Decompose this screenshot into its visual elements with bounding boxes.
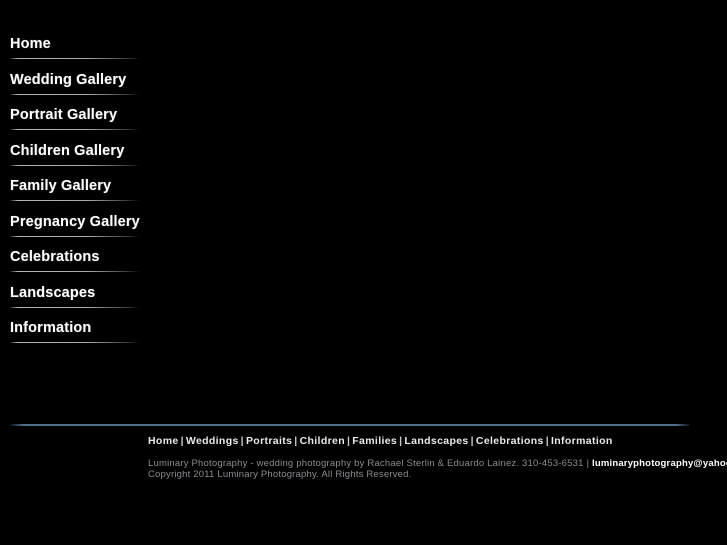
nav-item-portrait-gallery[interactable]: Portrait Gallery xyxy=(0,107,160,143)
main-navigation: Home Wedding Gallery Portrait Gallery Ch… xyxy=(0,36,160,356)
nav-item-home[interactable]: Home xyxy=(0,36,160,72)
nav-item-underline xyxy=(10,306,139,308)
footer-separator: | xyxy=(294,435,298,447)
nav-item-label: Family Gallery xyxy=(10,178,112,194)
footer-link-weddings[interactable]: Weddings xyxy=(186,435,239,447)
footer-link-home[interactable]: Home xyxy=(148,435,179,447)
footer-link-children[interactable]: Children xyxy=(300,435,345,447)
nav-item-wedding-gallery[interactable]: Wedding Gallery xyxy=(0,72,160,108)
footer: Home | Weddings | Portraits | Children | Familie… xyxy=(148,435,727,480)
nav-item-label: Wedding Gallery xyxy=(10,71,127,88)
footer-separator: | xyxy=(470,435,474,447)
nav-item-label: Pregnancy Gallery xyxy=(10,213,140,230)
nav-item-landscapes[interactable]: Landscapes xyxy=(0,285,160,321)
footer-copyright: Copyright 2011 Luminary Photography. All… xyxy=(148,468,412,480)
footer-credit-line: Luminary Photography - wedding photograp… xyxy=(148,458,727,470)
nav-item-underline xyxy=(10,93,139,95)
footer-navigation: Home | Weddings | Portraits | Children | Familie… xyxy=(148,435,708,448)
nav-item-underline xyxy=(10,200,139,201)
footer-credit-text: Luminary Photography - wedding photograp… xyxy=(148,458,584,469)
nav-item-underline xyxy=(10,129,139,130)
footer-divider xyxy=(10,424,690,426)
nav-item-label: Children Gallery xyxy=(10,142,125,159)
nav-item-celebrations[interactable]: Celebrations xyxy=(0,249,160,285)
footer-link-information[interactable]: Information xyxy=(551,435,613,447)
footer-credit-separator: | xyxy=(586,458,590,469)
footer-link-celebrations[interactable]: Celebrations xyxy=(476,435,544,447)
nav-item-information[interactable]: Information xyxy=(0,320,160,356)
footer-separator: | xyxy=(180,435,184,447)
footer-separator: | xyxy=(545,435,550,447)
footer-separator: | xyxy=(240,435,244,447)
nav-item-underline xyxy=(10,342,139,343)
footer-link-landscapes[interactable]: Landscapes xyxy=(404,435,468,447)
nav-item-label: Portrait Gallery xyxy=(10,107,118,123)
footer-link-families[interactable]: Families xyxy=(352,435,397,447)
nav-item-pregnancy-gallery[interactable]: Pregnancy Gallery xyxy=(0,214,160,250)
nav-item-underline xyxy=(10,58,139,59)
nav-item-underline xyxy=(10,235,139,237)
footer-link-portraits[interactable]: Portraits xyxy=(246,435,292,447)
nav-item-underline xyxy=(10,164,139,166)
nav-item-family-gallery[interactable]: Family Gallery xyxy=(0,178,160,214)
footer-email-link[interactable]: luminaryphotography@yahoo.com xyxy=(592,458,727,469)
nav-item-label: Information xyxy=(10,320,92,336)
nav-item-label: Landscapes xyxy=(10,284,96,301)
nav-item-children-gallery[interactable]: Children Gallery xyxy=(0,143,160,179)
nav-item-label: Celebrations xyxy=(10,249,100,265)
nav-item-label: Home xyxy=(10,36,51,52)
nav-item-underline xyxy=(10,271,139,272)
